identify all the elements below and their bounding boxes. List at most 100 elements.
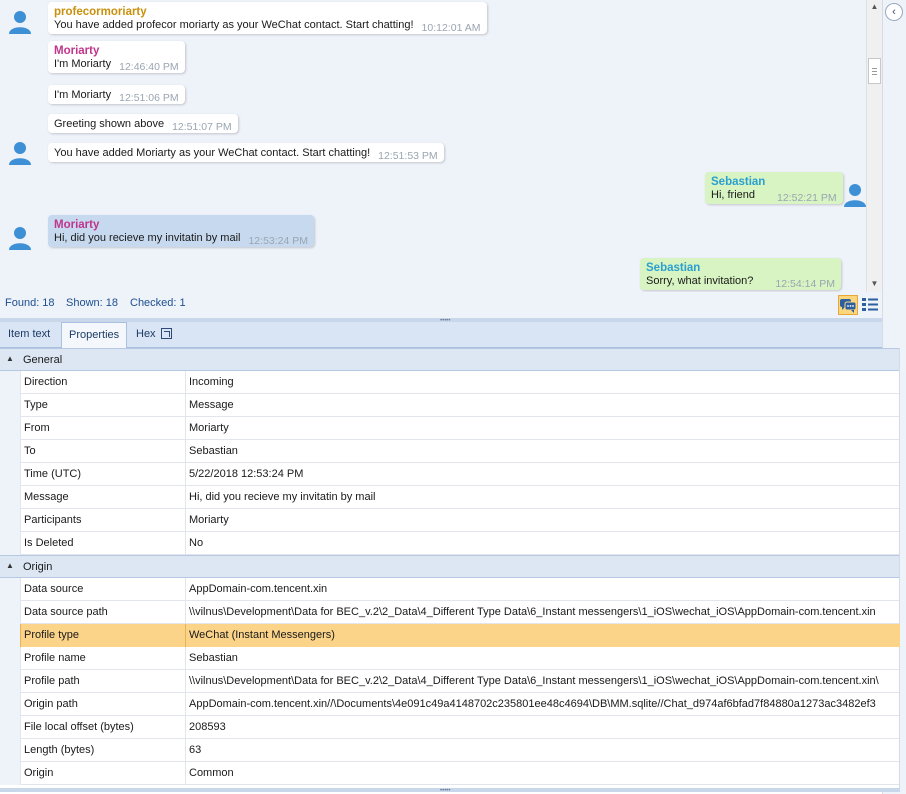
- property-name: Origin: [20, 762, 186, 785]
- tab-label: Hex: [136, 328, 156, 340]
- message-sender: Sebastian: [711, 176, 766, 188]
- property-row[interactable]: Origin Common: [0, 762, 899, 785]
- tab-properties[interactable]: Properties: [61, 322, 128, 349]
- property-value: No: [189, 537, 204, 549]
- property-row[interactable]: Message Hi, did you recieve my invitatin …: [0, 486, 899, 509]
- collapse-caret-icon[interactable]: ▲: [6, 354, 14, 363]
- scroll-down-arrow-icon[interactable]: ▼: [867, 277, 882, 291]
- property-row[interactable]: Length (bytes) 63: [0, 739, 899, 762]
- chat-bubbles-icon: [840, 299, 857, 313]
- collapse-caret-icon[interactable]: ▲: [6, 561, 14, 570]
- message-bubble-selected[interactable]: Moriarty Hi, did you recieve my invitati…: [48, 215, 315, 247]
- property-row[interactable]: Is Deleted No: [0, 532, 899, 555]
- message-sender: Sebastian: [646, 262, 701, 274]
- property-row[interactable]: Data source path \\vilnus\Development\Dat…: [0, 601, 899, 624]
- property-name: Message: [20, 486, 186, 509]
- property-name: Time (UTC): [20, 463, 186, 486]
- message-bubble[interactable]: profecormoriarty You have added profecor…: [48, 2, 487, 34]
- group-header-origin[interactable]: ▲ Origin: [0, 555, 899, 578]
- property-row[interactable]: Profile name Sebastian: [0, 647, 899, 670]
- chat-view[interactable]: profecormoriarty You have added profecor…: [0, 0, 882, 292]
- contact-avatar-icon: [7, 140, 33, 166]
- tab-item-text[interactable]: Item text: [1, 322, 57, 348]
- property-row[interactable]: Type Message: [0, 394, 899, 417]
- message-time: 12:51:06 PM: [119, 92, 179, 104]
- property-row[interactable]: Origin path AppDomain-com.tencent.xin//\D…: [0, 693, 899, 716]
- row-gutter: [0, 578, 20, 601]
- property-value: \\vilnus\Development\Data for BEC_v.2\2_…: [189, 606, 876, 618]
- property-value: 63: [189, 744, 202, 756]
- property-name: Is Deleted: [20, 532, 186, 555]
- collapse-panel-button[interactable]: ‹: [885, 3, 903, 21]
- grip-dots-icon: •••••: [440, 788, 451, 794]
- user-avatar-icon: [842, 182, 868, 208]
- property-value: Message: [189, 399, 234, 411]
- row-gutter: [0, 509, 20, 532]
- property-value: Hi, did you recieve my invitatin by mail: [189, 491, 376, 503]
- properties-grid: ▲ General Direction Incoming Type Message …: [0, 348, 900, 788]
- scroll-up-arrow-icon[interactable]: ▲: [867, 0, 882, 14]
- message-sender: profecormoriarty: [54, 6, 147, 18]
- chat-scrollbar[interactable]: ▲ ▼: [866, 0, 882, 292]
- row-gutter: [0, 601, 20, 624]
- property-value: \\vilnus\Development\Data for BEC_v.2\2_…: [189, 675, 879, 687]
- chat-view-button[interactable]: [838, 295, 858, 315]
- open-external-icon: [160, 328, 172, 339]
- message-bubble[interactable]: Sebastian Sorry, what invitation? 12:54:1…: [640, 258, 841, 290]
- property-name: Length (bytes): [20, 739, 186, 762]
- message-text: Hi, friend: [711, 189, 756, 201]
- list-icon: [862, 298, 878, 311]
- message-sender: Moriarty: [54, 45, 100, 57]
- row-gutter: [0, 670, 20, 693]
- property-name: From: [20, 417, 186, 440]
- list-view-button[interactable]: [861, 295, 881, 315]
- splitter-bottom[interactable]: •••••: [0, 788, 900, 794]
- property-row[interactable]: Data source AppDomain-com.tencent.xin: [0, 578, 899, 601]
- property-name: Profile type: [20, 624, 186, 647]
- message-time: 12:52:21 PM: [777, 192, 837, 204]
- property-row[interactable]: Time (UTC) 5/22/2018 12:53:24 PM: [0, 463, 899, 486]
- property-row[interactable]: To Sebastian: [0, 440, 899, 463]
- row-gutter: [0, 716, 20, 739]
- property-row[interactable]: Participants Moriarty: [0, 509, 899, 532]
- message-text: Hi, did you recieve my invitatin by mail: [54, 232, 241, 244]
- property-name: Profile path: [20, 670, 186, 693]
- row-gutter: [0, 371, 20, 394]
- tab-label: Item text: [8, 328, 51, 340]
- property-row-selected[interactable]: Profile type WeChat (Instant Messengers): [0, 624, 900, 647]
- message-time: 12:51:07 PM: [172, 121, 232, 133]
- message-text: You have added Moriarty as your WeChat c…: [54, 147, 371, 159]
- contact-avatar-icon: [7, 225, 33, 251]
- message-bubble[interactable]: Moriarty I'm Moriarty 12:46:40 PM: [48, 41, 185, 73]
- property-name: Profile name: [20, 647, 186, 670]
- contact-avatar-icon: [7, 9, 33, 35]
- group-header-general[interactable]: ▲ General: [0, 348, 899, 371]
- property-name: Participants: [20, 509, 186, 532]
- property-value: Sebastian: [189, 652, 238, 664]
- grip-line: [872, 74, 877, 75]
- tab-hex[interactable]: Hex: [129, 322, 179, 348]
- row-gutter: [0, 739, 20, 762]
- property-row[interactable]: Profile path \\vilnus\Development\Data fo…: [0, 670, 899, 693]
- row-gutter: [0, 394, 20, 417]
- scroll-thumb[interactable]: [868, 58, 881, 84]
- property-row[interactable]: Direction Incoming: [0, 371, 899, 394]
- property-name: Data source path: [20, 601, 186, 624]
- row-gutter: [0, 762, 20, 785]
- property-value: Common: [189, 767, 234, 779]
- row-gutter: [0, 532, 20, 555]
- property-row[interactable]: From Moriarty: [0, 417, 899, 440]
- checked-count: Checked: 1: [130, 297, 186, 309]
- property-value: AppDomain-com.tencent.xin: [189, 583, 328, 595]
- message-bubble[interactable]: I'm Moriarty 12:51:06 PM: [48, 85, 185, 104]
- message-bubble[interactable]: Sebastian Hi, friend 12:52:21 PM: [705, 172, 843, 204]
- row-gutter: [0, 486, 20, 509]
- row-gutter: [0, 647, 20, 670]
- detail-tab-bar: Item text Properties Hex: [0, 322, 882, 349]
- property-value: WeChat (Instant Messengers): [186, 624, 900, 647]
- grip-line: [872, 71, 877, 72]
- message-bubble[interactable]: You have added Moriarty as your WeChat c…: [48, 143, 444, 162]
- message-bubble[interactable]: Greeting shown above 12:51:07 PM: [48, 114, 238, 133]
- property-row[interactable]: File local offset (bytes) 208593: [0, 716, 899, 739]
- message-time: 12:46:40 PM: [119, 61, 179, 73]
